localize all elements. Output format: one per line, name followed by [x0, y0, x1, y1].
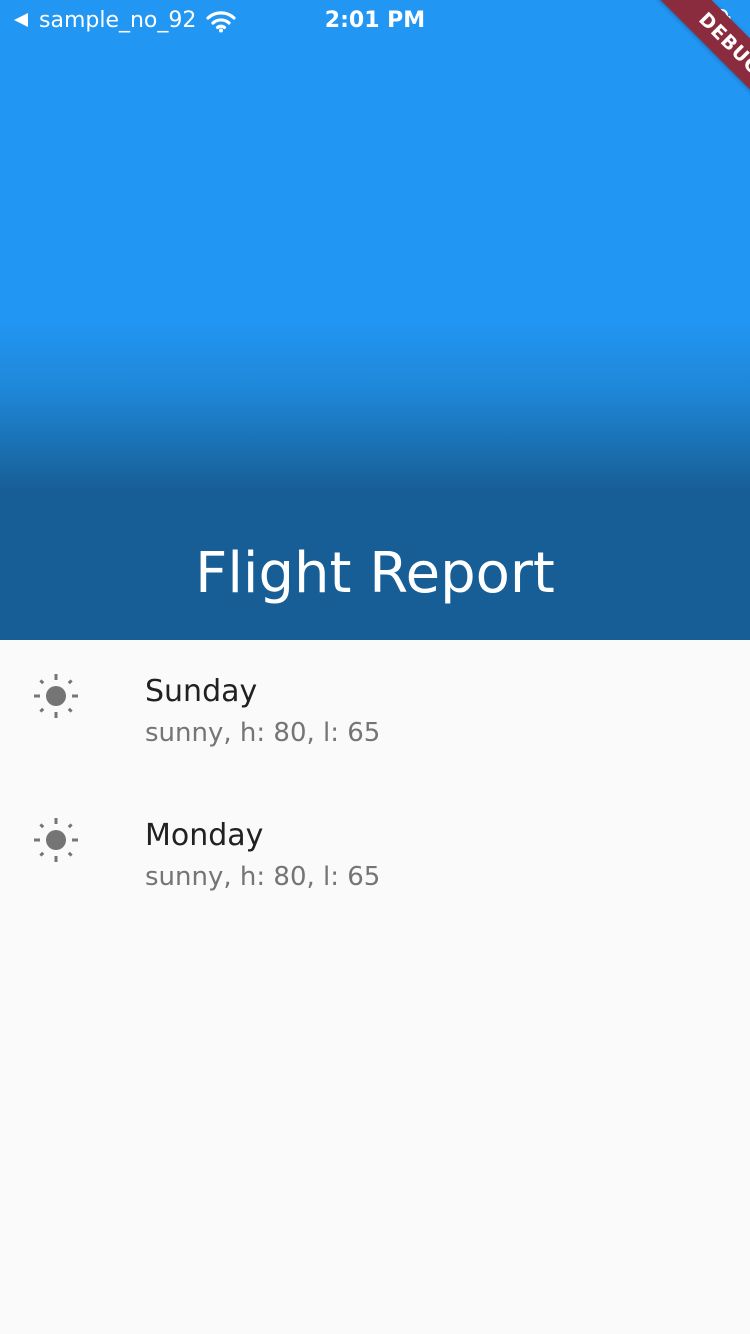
list-item-title: Monday	[145, 818, 264, 853]
list-item[interactable]: Monday sunny, h: 80, l: 65	[0, 784, 750, 928]
list-item-subtitle: sunny, h: 80, l: 65	[145, 718, 381, 748]
forecast-list: Sunday sunny, h: 80, l: 65 Monday sunny,…	[0, 640, 750, 928]
battery-icon	[691, 9, 731, 31]
sun-icon	[34, 674, 78, 718]
list-item-title: Sunday	[145, 674, 258, 709]
page-title: Flight Report	[195, 541, 555, 606]
status-time: 2:01 PM	[324, 8, 426, 33]
list-item-subtitle: sunny, h: 80, l: 65	[145, 862, 381, 892]
sun-icon	[34, 818, 78, 862]
list-item[interactable]: Sunday sunny, h: 80, l: 65	[0, 640, 750, 784]
app-bar-header: sample_no_92 2:01 PM DEBUG Flight Report	[0, 0, 750, 640]
status-bar: sample_no_92 2:01 PM	[0, 0, 750, 40]
